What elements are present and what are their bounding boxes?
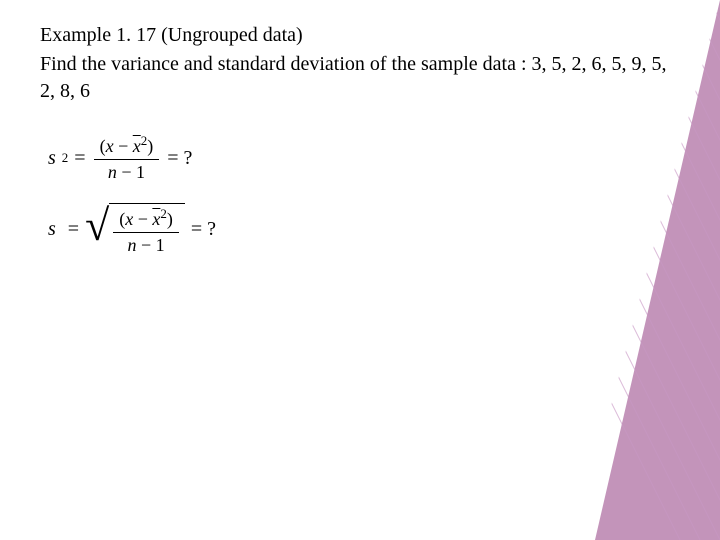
lhs-var: s [48, 147, 56, 170]
lhs-sup: 2 [62, 150, 69, 166]
hatching-icon [520, 0, 720, 540]
result: = ? [167, 147, 192, 170]
numerator: (x − x2) [94, 133, 160, 159]
sqrt: √ (x − x2) n − 1 [85, 203, 185, 256]
paren-close: ) [147, 136, 153, 156]
num-x: x [106, 136, 114, 156]
denominator: n − 1 [113, 232, 179, 256]
side-decoration [520, 0, 720, 540]
equals: = [68, 218, 79, 241]
result: = ? [191, 218, 216, 241]
den-n: n [108, 162, 117, 182]
paren-close: ) [167, 209, 173, 229]
equals: = [74, 147, 85, 170]
numerator: (x − x2) [113, 206, 179, 232]
fraction: (x − x2) n − 1 [113, 206, 179, 256]
lhs-var: s [48, 218, 56, 241]
radical-sign: √ [85, 204, 109, 257]
den-minus: − [136, 235, 155, 255]
subtitle-lead: Find the variance and standard deviation… [40, 53, 532, 75]
denominator: n − 1 [94, 159, 160, 183]
num-minus: − [114, 136, 133, 156]
num-xbar: x [133, 136, 141, 156]
den-one: 1 [136, 162, 145, 182]
sqrt-content: (x − x2) n − 1 [109, 203, 185, 256]
fraction: (x − x2) n − 1 [94, 133, 160, 183]
den-one: 1 [156, 235, 165, 255]
num-minus: − [133, 209, 152, 229]
den-minus: − [117, 162, 136, 182]
